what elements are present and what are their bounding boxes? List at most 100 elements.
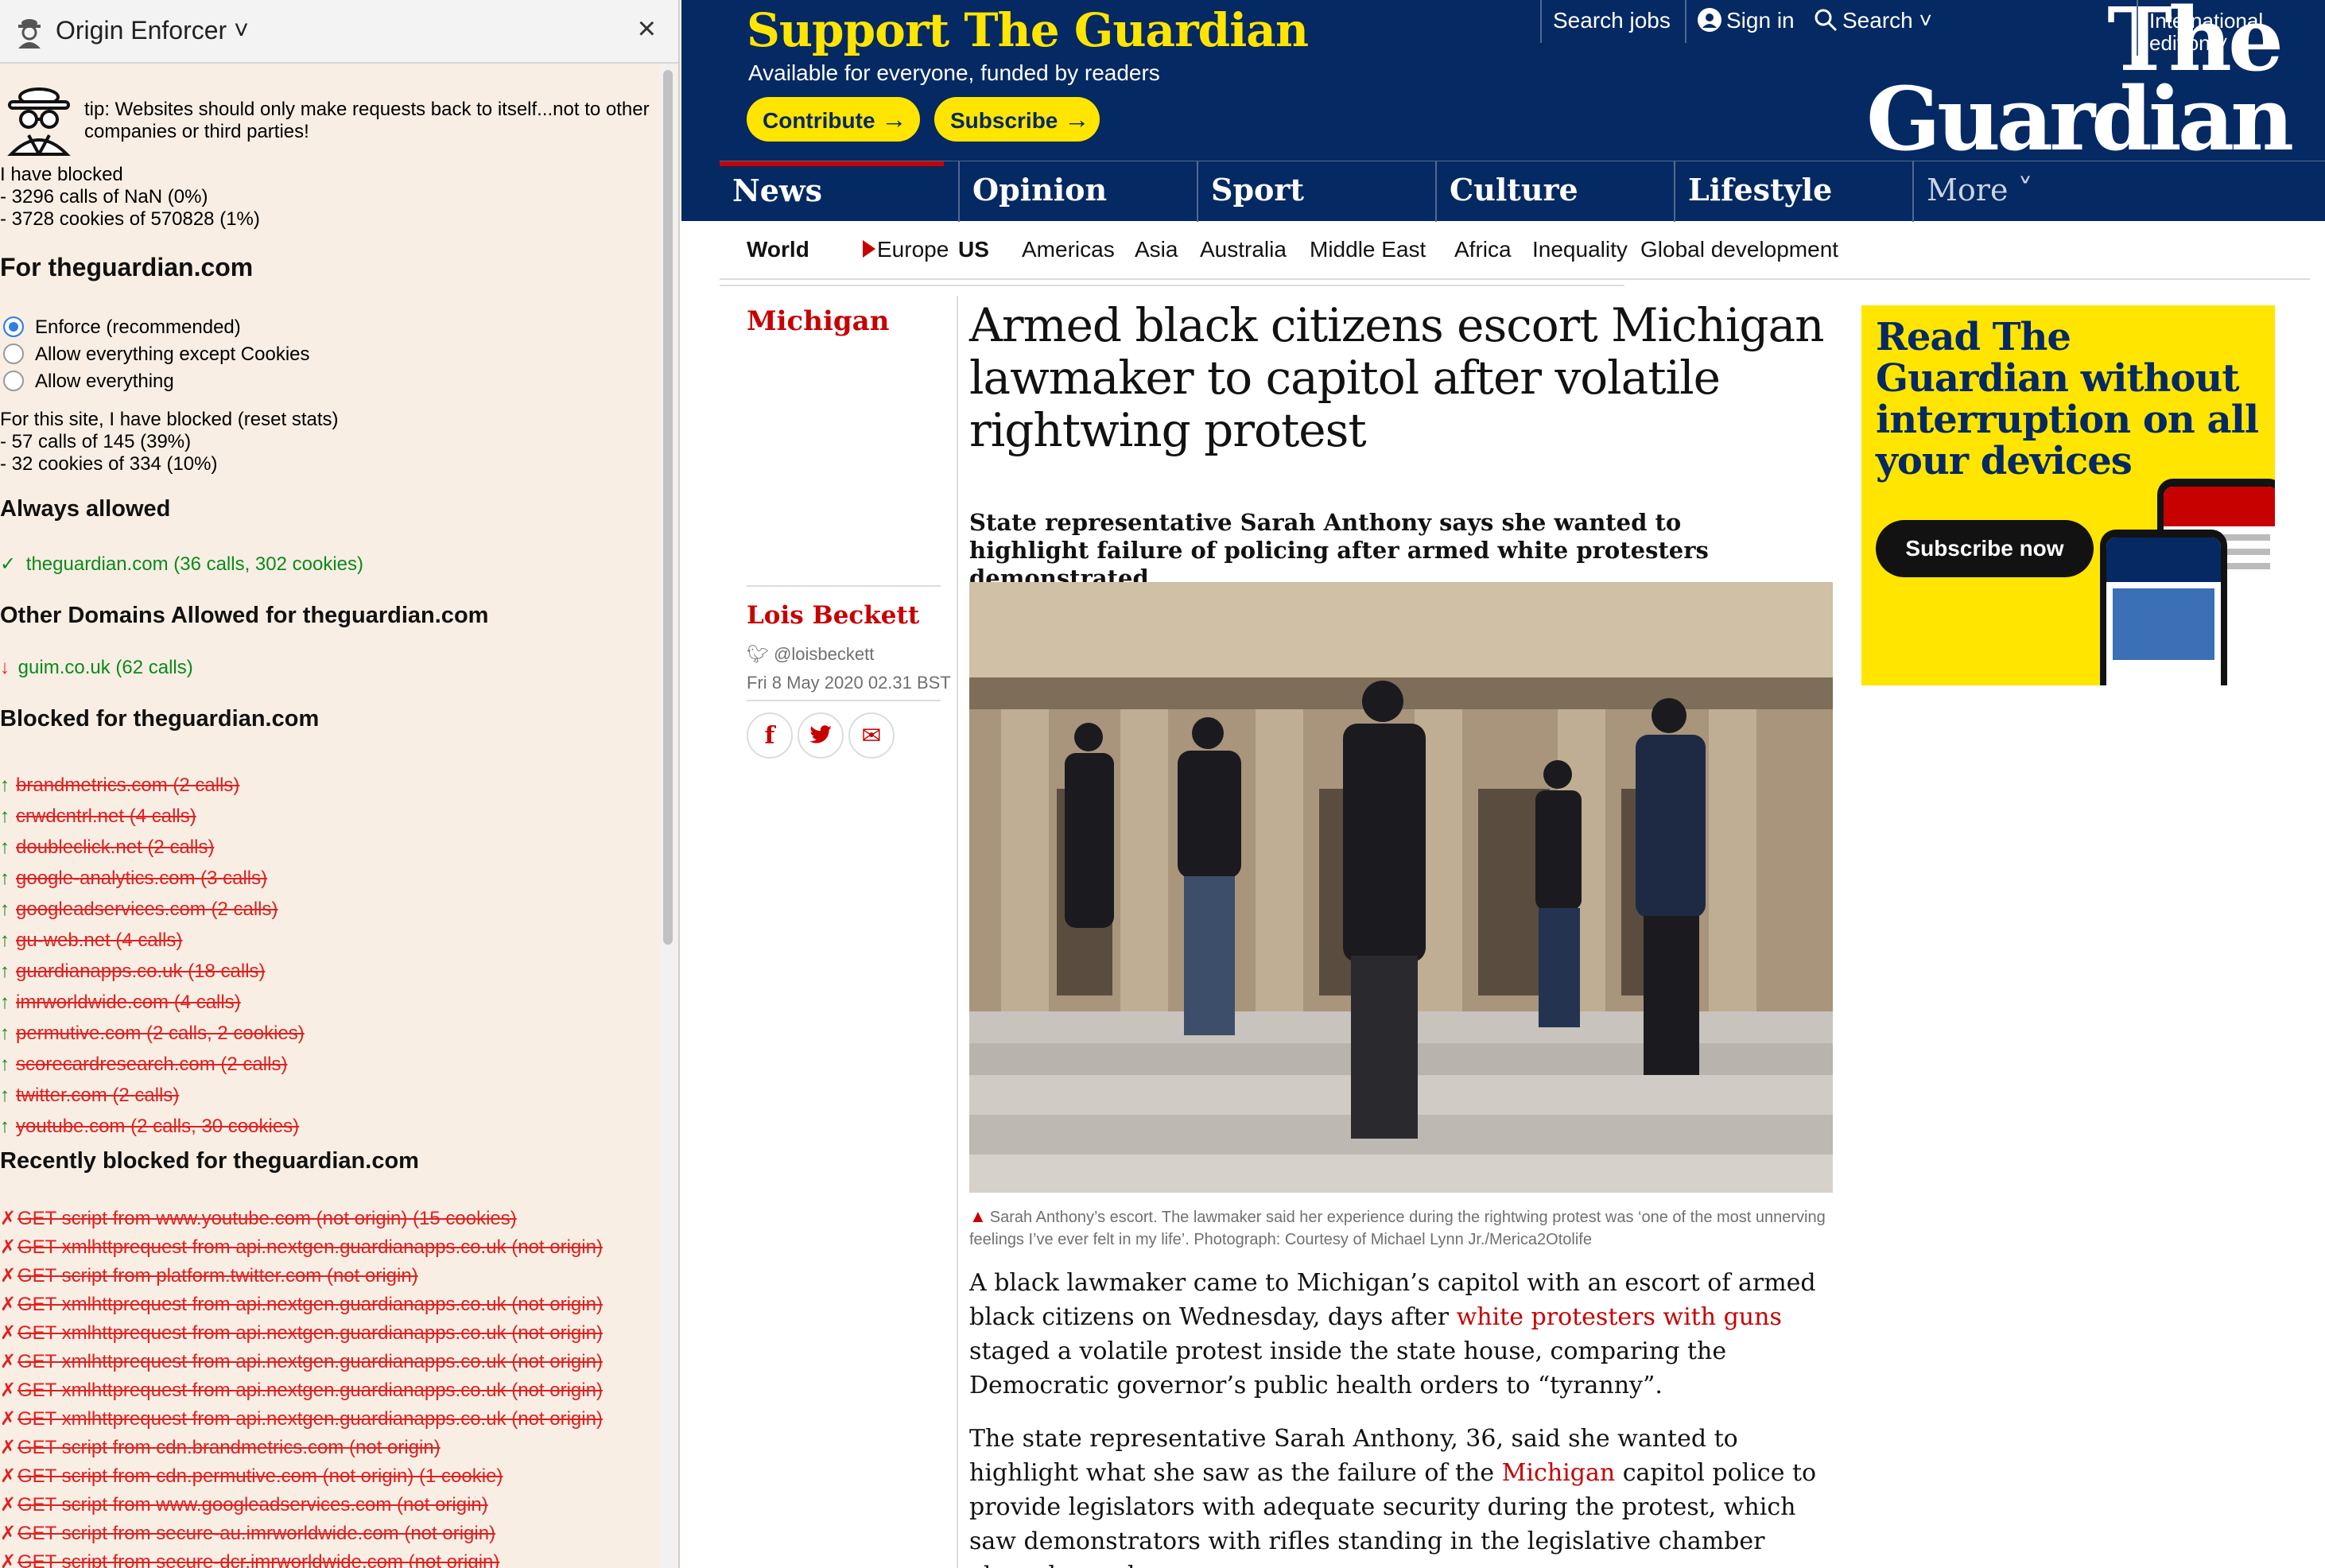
top-divider <box>1685 0 1686 43</box>
sub-nav-item[interactable]: Europe <box>877 237 949 262</box>
twitter-icon <box>809 725 832 743</box>
radio-label[interactable]: Enforce (recommended) <box>35 316 241 339</box>
search-icon <box>1815 9 1838 32</box>
recent-request: GET script from www.youtube.com (not ori… <box>17 1208 517 1229</box>
inline-link[interactable]: Michigan <box>1502 1459 1615 1487</box>
always-allowed-item[interactable]: ✓ theguardian.com (36 calls, 302 cookies… <box>0 553 363 576</box>
pillar-nav-item[interactable]: Lifestyle <box>1674 161 1898 222</box>
radio-allow-everything[interactable] <box>3 371 24 391</box>
other-domain-item[interactable]: ↓ guim.co.uk (62 calls) <box>0 657 193 679</box>
recent-blocked-item[interactable]: ✗GET xmlhttprequest from api.nextgen.gua… <box>0 1379 603 1402</box>
panel-scrollbar-thumb[interactable] <box>663 70 673 945</box>
sub-nav-item[interactable]: Americas <box>1022 237 1115 262</box>
radio-label[interactable]: Allow everything <box>35 371 174 393</box>
sub-nav-item[interactable]: Asia <box>1135 237 1178 262</box>
sub-nav-item[interactable]: Inequality <box>1532 237 1628 262</box>
blocked-domain-item[interactable]: ↑ scorecardresearch.com (2 calls) <box>0 1054 287 1076</box>
arrow-right-icon: → <box>881 105 907 134</box>
subscribe-now-button[interactable]: Subscribe now <box>1876 520 2094 577</box>
arrow-up-icon: ↑ <box>0 1054 10 1075</box>
recent-blocked-item[interactable]: ✗GET script from www.youtube.com (not or… <box>0 1207 517 1230</box>
panel-header: Origin Enforcer ˅ × <box>0 0 678 64</box>
blocked-domain: youtube.com (2 calls, 30 cookies) <box>16 1116 300 1137</box>
blocked-domain: brandmetrics.com (2 calls) <box>16 774 240 796</box>
recent-blocked-item[interactable]: ✗GET xmlhttprequest from api.nextgen.gua… <box>0 1407 603 1430</box>
recent-blocked-item[interactable]: ✗GET script from cdn.brandmetrics.com (n… <box>0 1436 441 1459</box>
radio-allow-except-cookies[interactable] <box>3 343 24 364</box>
pillar-nav: News Opinion Sport Culture Lifestyle More ˅ <box>720 161 2325 222</box>
sub-nav-item[interactable]: World <box>747 237 809 262</box>
share-email-button[interactable]: ✉ <box>848 712 895 759</box>
cross-icon: ✗ <box>0 1208 17 1229</box>
sub-nav-item[interactable]: US <box>958 237 989 262</box>
section-label[interactable]: Michigan <box>747 305 889 337</box>
site-stats-line: - 57 calls of 145 (39%) <box>0 431 192 452</box>
radio-enforce[interactable] <box>3 316 24 337</box>
recent-blocked-item[interactable]: ✗GET script from platform.twitter.com (n… <box>0 1264 418 1287</box>
recent-blocked-item[interactable]: ✗GET script from secure-dcr.imrworldwide… <box>0 1551 499 1568</box>
edition-selector[interactable]: International edition ˅ <box>2149 10 2308 54</box>
recent-blocked-item[interactable]: ✗GET script from cdn.permutive.com (not … <box>0 1465 503 1488</box>
blocked-domain-item[interactable]: ↑ youtube.com (2 calls, 30 cookies) <box>0 1116 299 1138</box>
phone-illustration <box>2100 530 2227 685</box>
sub-nav-item[interactable]: Africa <box>1454 237 1512 262</box>
cross-icon: ✗ <box>0 1265 17 1287</box>
pillar-nav-item[interactable]: News <box>720 161 944 222</box>
cross-icon: ✗ <box>0 1351 17 1372</box>
subscription-ad[interactable]: Read The Guardian without interruption o… <box>1861 305 2275 685</box>
recent-blocked-item[interactable]: ✗GET xmlhttprequest from api.nextgen.gua… <box>0 1322 603 1345</box>
blocked-domain-item[interactable]: ↑ gu-web.net (4 calls) <box>0 930 182 952</box>
share-twitter-button[interactable] <box>798 712 844 759</box>
byline[interactable]: Lois Beckett <box>747 601 919 630</box>
recent-blocked-item[interactable]: ✗GET xmlhttprequest from api.nextgen.gua… <box>0 1293 603 1316</box>
blocked-domain-item[interactable]: ↑ permutive.com (2 calls, 2 cookies) <box>0 1023 305 1045</box>
recent-request: GET script from cdn.permutive.com (not o… <box>17 1465 503 1487</box>
sub-nav-item[interactable]: Australia <box>1200 237 1287 262</box>
blocked-domain-item[interactable]: ↑ imrworldwide.com (4 calls) <box>0 992 241 1014</box>
recent-blocked-item[interactable]: ✗GET script from www.googleadservices.co… <box>0 1493 488 1516</box>
blocked-domain-item[interactable]: ↑ twitter.com (2 calls) <box>0 1085 179 1107</box>
sub-nav-item[interactable]: Middle East <box>1310 237 1426 262</box>
allowed-domain: guim.co.uk (62 calls) <box>17 657 193 678</box>
blocked-domain-item[interactable]: ↑ crwdcntrl.net (4 calls) <box>0 805 196 828</box>
pillar-nav-item[interactable]: More ˅ <box>1912 161 2137 222</box>
inline-link[interactable]: white protesters with guns <box>1457 1303 1782 1331</box>
share-facebook-button[interactable]: f <box>747 712 793 759</box>
radio-label[interactable]: Allow everything except Cookies <box>35 343 310 366</box>
blocked-domain-item[interactable]: ↑ guardianapps.co.uk (18 calls) <box>0 961 266 983</box>
dateline: Fri 8 May 2020 02.31 BST <box>747 673 951 693</box>
blocked-domain-item[interactable]: ↑ googleadservices.com (2 calls) <box>0 898 278 921</box>
blocked-domain-item[interactable]: ↑ google-analytics.com (3 calls) <box>0 867 267 890</box>
site-stats-line[interactable]: For this site, I have blocked (reset sta… <box>0 409 339 431</box>
top-divider <box>2137 0 2138 56</box>
masthead: Support The Guardian Available for every… <box>681 0 2325 222</box>
recent-request: GET script from secure-dcr.imrworldwide.… <box>17 1551 500 1568</box>
allowed-domain: theguardian.com (36 calls, 302 cookies) <box>25 553 364 575</box>
arrow-down-icon: ↓ <box>0 657 10 678</box>
cross-icon: ✗ <box>0 1380 17 1401</box>
recent-blocked-item[interactable]: ✗GET xmlhttprequest from api.nextgen.gua… <box>0 1236 603 1259</box>
arrow-up-icon: ↑ <box>0 836 10 858</box>
sub-nav-item[interactable]: Global development <box>1640 237 1838 262</box>
divider <box>747 585 941 587</box>
pillar-nav-item[interactable]: Opinion <box>958 161 1182 222</box>
recent-request: GET xmlhttprequest from api.nextgen.guar… <box>17 1294 603 1315</box>
article-photo[interactable] <box>969 582 1833 1193</box>
subscribe-button[interactable]: Subscribe → <box>934 97 1100 142</box>
origin-enforcer-panel: Origin Enforcer ˅ × tip: Websites should… <box>0 0 680 1568</box>
twitter-handle[interactable]: 🐦︎ @loisbeckett <box>747 644 874 665</box>
panel-title[interactable]: Origin Enforcer ˅ <box>56 16 249 45</box>
contribute-button[interactable]: Contribute → <box>747 97 920 142</box>
pillar-nav-item[interactable]: Sport <box>1197 161 1421 222</box>
search-jobs-link[interactable]: Search jobs <box>1553 8 1671 33</box>
pillar-nav-item[interactable]: Culture <box>1435 161 1659 222</box>
twitter-handle-label: @loisbeckett <box>774 644 875 664</box>
top-divider <box>1540 0 1542 43</box>
recent-blocked-item[interactable]: ✗GET script from secure-au.imrworldwide.… <box>0 1522 495 1545</box>
recent-blocked-item[interactable]: ✗GET xmlhttprequest from api.nextgen.gua… <box>0 1350 603 1373</box>
close-icon[interactable]: × <box>638 11 656 47</box>
blocked-domain-item[interactable]: ↑ brandmetrics.com (2 calls) <box>0 774 239 797</box>
sign-in-link[interactable]: Sign in <box>1698 8 1795 33</box>
blocked-domain-item[interactable]: ↑ doubleclick.net (2 calls) <box>0 836 214 859</box>
twitter-icon: 🐦︎ <box>747 644 769 664</box>
